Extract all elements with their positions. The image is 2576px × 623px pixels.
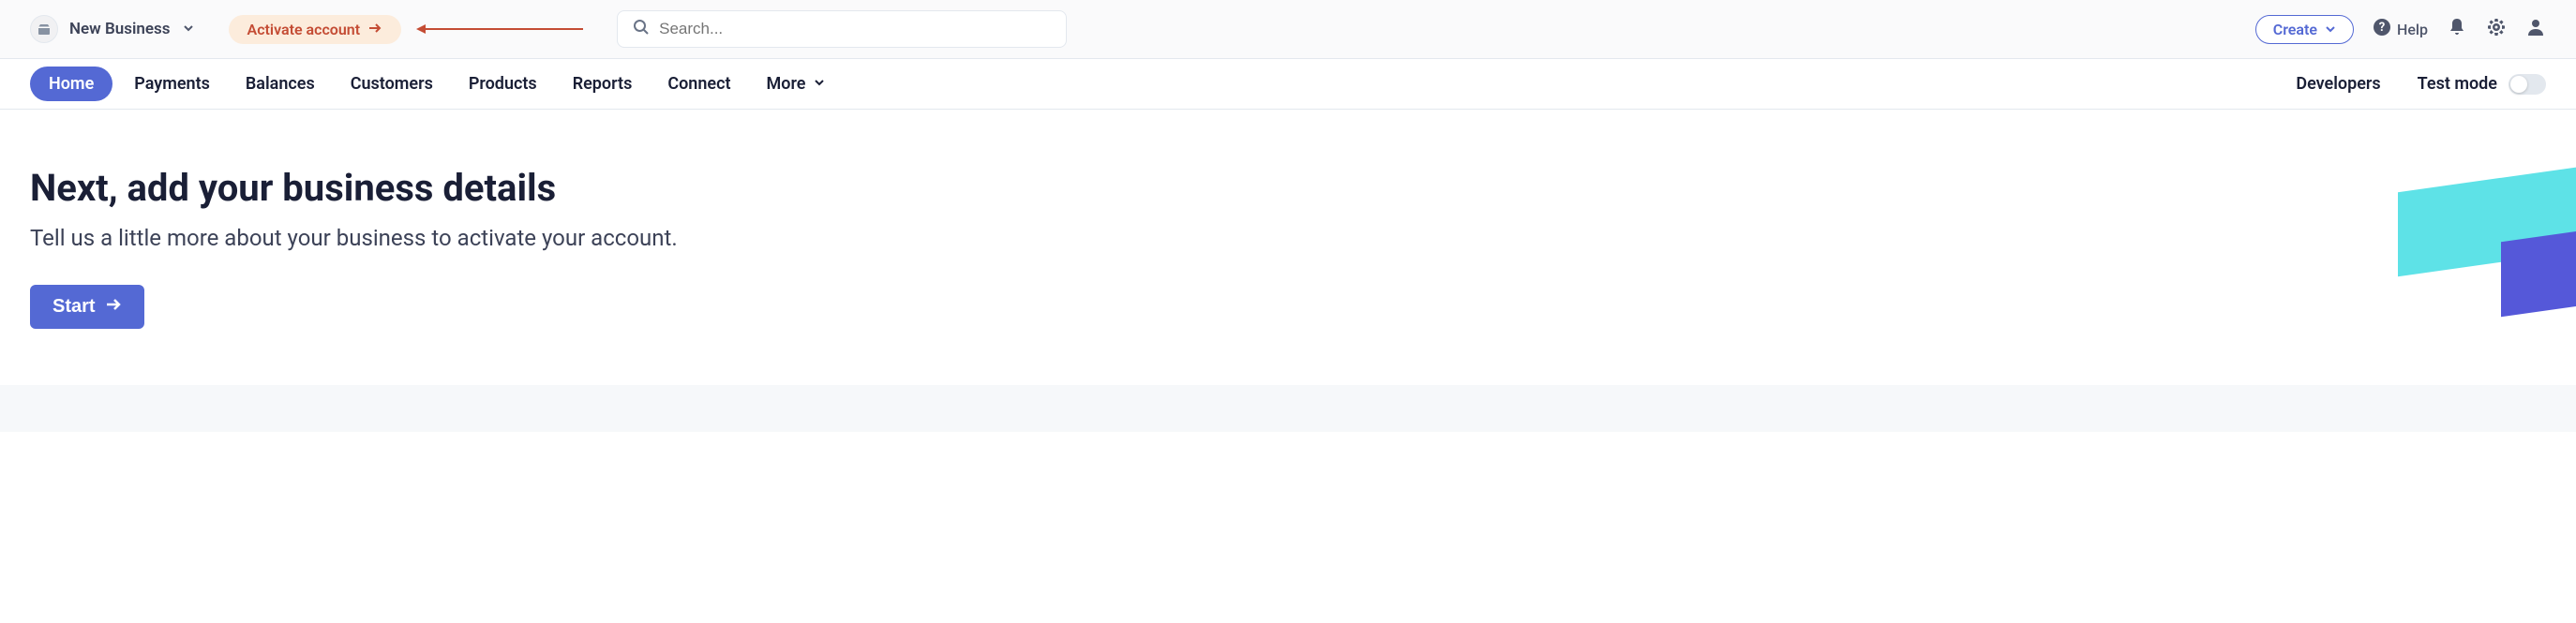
nav-item-reports[interactable]: Reports	[559, 62, 647, 106]
business-logo-icon	[30, 15, 58, 43]
search-container	[617, 10, 1067, 48]
nav-label: Reports	[573, 74, 633, 94]
nav-label: Products	[469, 74, 537, 94]
top-bar: New Business Activate account	[0, 0, 2576, 59]
person-icon	[2525, 17, 2546, 41]
top-bar-right: Create ? Help	[2255, 15, 2546, 44]
page-subtitle: Tell us a little more about your busines…	[30, 225, 2546, 251]
search-input[interactable]	[659, 20, 1051, 38]
test-mode-toggle[interactable]	[2509, 74, 2546, 95]
nav-label: Balances	[246, 74, 315, 94]
help-label: Help	[2397, 21, 2428, 38]
notifications-button[interactable]	[2447, 17, 2467, 41]
page-title: Next, add your business details	[30, 166, 2546, 210]
nav-item-payments[interactable]: Payments	[120, 62, 224, 106]
business-selector[interactable]: New Business	[30, 15, 195, 43]
settings-button[interactable]	[2486, 17, 2507, 41]
chevron-down-icon	[813, 74, 826, 94]
start-button[interactable]: Start	[30, 285, 144, 329]
create-label: Create	[2273, 21, 2317, 38]
footer-section	[0, 385, 2576, 432]
main-content: Next, add your business details Tell us …	[0, 110, 2576, 385]
nav-label: Connect	[667, 74, 730, 94]
arrow-right-icon	[105, 296, 122, 318]
create-button[interactable]: Create	[2255, 15, 2354, 44]
nav-label: Developers	[2296, 74, 2380, 94]
activate-account-label: Activate account	[247, 21, 361, 38]
nav-item-products[interactable]: Products	[455, 62, 551, 106]
svg-text:?: ?	[2379, 21, 2385, 35]
nav-item-balances[interactable]: Balances	[232, 62, 329, 106]
nav-label: Home	[49, 74, 94, 94]
nav-item-customers[interactable]: Customers	[337, 62, 447, 106]
nav-item-home[interactable]: Home	[30, 67, 112, 101]
activate-account-button[interactable]: Activate account	[229, 15, 402, 44]
chevron-down-icon	[182, 21, 195, 38]
nav-left: Home Payments Balances Customers Product…	[30, 59, 840, 109]
nav-right: Developers Test mode	[2282, 62, 2546, 106]
nav-label: Payments	[134, 74, 210, 94]
nav-item-developers[interactable]: Developers	[2282, 62, 2394, 106]
nav-bar: Home Payments Balances Customers Product…	[0, 59, 2576, 110]
test-mode-control: Test mode	[2418, 74, 2546, 95]
search-box[interactable]	[617, 10, 1067, 48]
search-icon	[633, 19, 650, 39]
arrow-right-icon	[367, 21, 382, 38]
annotation-arrow	[424, 28, 583, 30]
bell-icon	[2447, 17, 2467, 41]
nav-label: Customers	[351, 74, 433, 94]
nav-label: More	[767, 74, 806, 94]
help-icon: ?	[2373, 18, 2391, 40]
start-label: Start	[52, 296, 96, 318]
gear-icon	[2486, 17, 2507, 41]
chevron-down-icon	[2325, 21, 2336, 38]
profile-button[interactable]	[2525, 17, 2546, 41]
business-name-label: New Business	[69, 20, 171, 38]
nav-item-more[interactable]: More	[753, 62, 841, 106]
test-mode-label: Test mode	[2418, 74, 2497, 94]
help-button[interactable]: ? Help	[2373, 18, 2428, 40]
nav-item-connect[interactable]: Connect	[653, 62, 744, 106]
